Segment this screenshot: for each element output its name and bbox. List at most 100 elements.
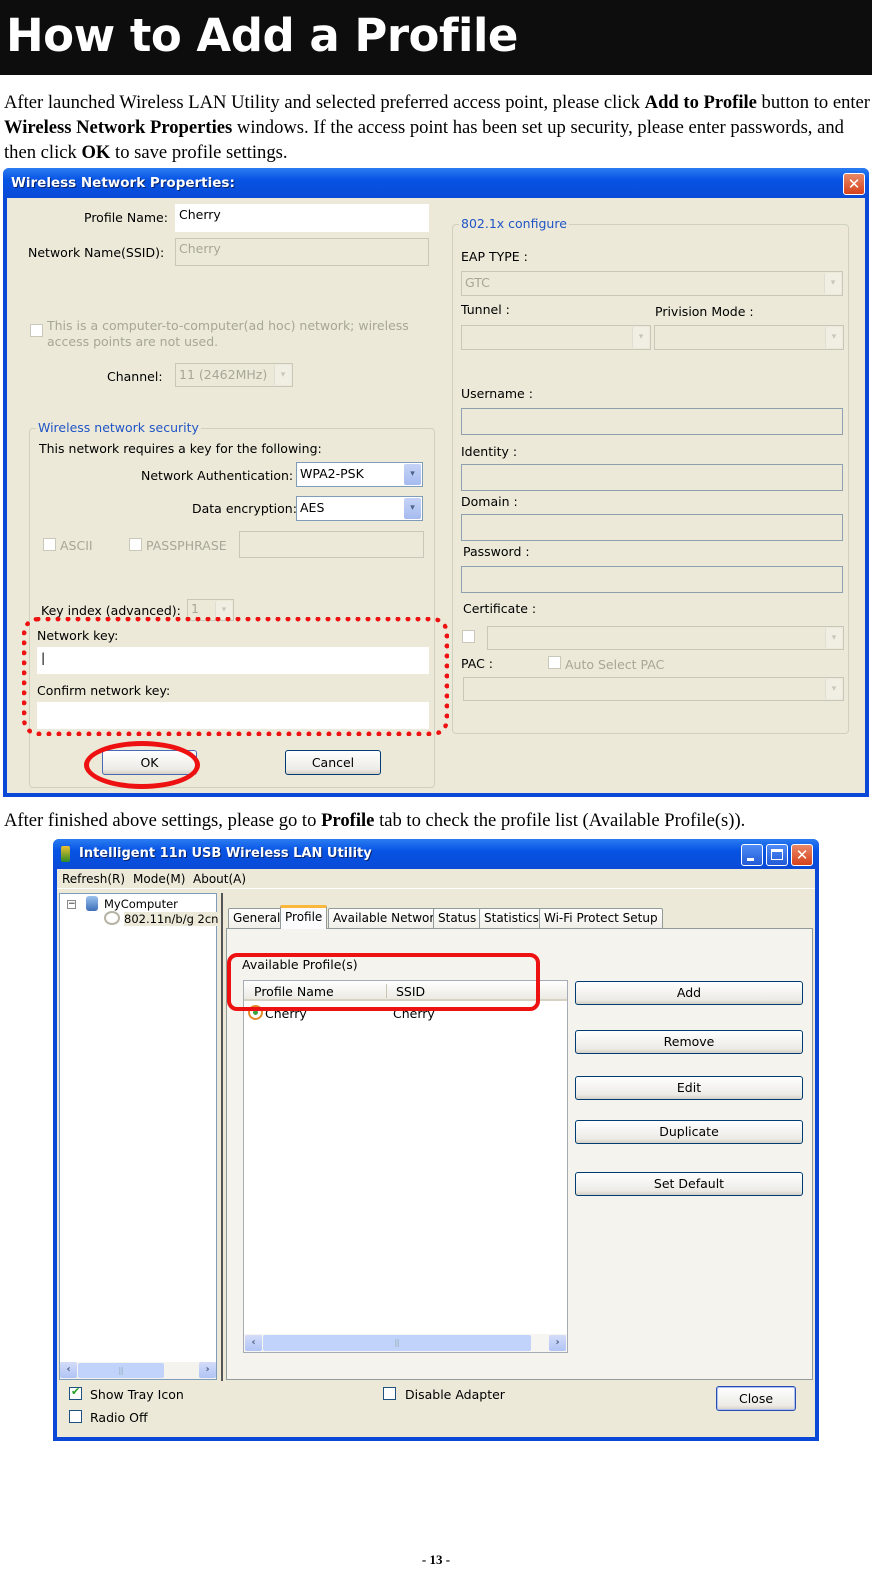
certificate-checkbox [462, 630, 475, 643]
wlan-utility-window: Intelligent 11n USB Wireless LAN Utility… [53, 839, 819, 1441]
security-group-title: Wireless network security [36, 420, 201, 435]
certificate-label: Certificate : [463, 601, 537, 616]
radio-off-label: Radio Off [90, 1410, 148, 1425]
key-index-value: 1 [191, 601, 199, 616]
window-title: Wireless Network Properties: [11, 175, 235, 191]
scroll-left-icon[interactable]: ‹ [245, 1335, 262, 1351]
tab-status[interactable]: Status [433, 908, 482, 928]
identity-label: Identity : [461, 444, 518, 459]
scroll-right-icon[interactable]: › [199, 1362, 216, 1378]
tunnel-label: Tunnel : [461, 302, 510, 317]
passphrase-label: PASSPHRASE [146, 538, 227, 553]
network-auth-label: Network Authentication: [141, 468, 294, 483]
chevron-down-icon: ▾ [825, 679, 842, 699]
scroll-thumb[interactable]: ||| [263, 1335, 531, 1351]
second-text: tab to check the profile list (Available… [374, 810, 746, 831]
menu-refresh[interactable]: Refresh(R) [62, 872, 125, 886]
ascii-checkbox [43, 538, 56, 551]
chevron-down-icon: ▾ [825, 327, 842, 348]
computer-icon [86, 896, 98, 911]
scroll-right-icon[interactable]: › [549, 1335, 566, 1351]
menu-about[interactable]: About(A) [193, 872, 246, 886]
key-index-label: Key index (advanced): [41, 603, 181, 618]
passphrase-input [239, 531, 424, 558]
adapter-icon [104, 911, 120, 925]
ok-button-highlight [84, 741, 200, 789]
duplicate-button[interactable]: Duplicate [575, 1120, 803, 1144]
cancel-button[interactable]: Cancel [285, 750, 381, 775]
tree-root[interactable]: MyComputer [104, 897, 178, 911]
close-button[interactable]: Close [716, 1386, 796, 1411]
domain-label: Domain : [461, 494, 518, 509]
tab-strip: General Profile Available Network Status… [226, 905, 813, 929]
auto-select-pac-label: Auto Select PAC [565, 657, 665, 672]
menu-mode[interactable]: Mode(M) [133, 872, 185, 886]
show-tray-label: Show Tray Icon [90, 1387, 184, 1402]
channel-label: Channel: [107, 369, 163, 384]
chevron-down-icon: ▾ [404, 498, 421, 519]
profile-list: Profile Name SSID Cherry Cherry ‹ ||| › [243, 980, 568, 1353]
auth-value: WPA2-PSK [300, 466, 364, 481]
pac-select: ▾ [463, 677, 844, 701]
identity-input [461, 464, 843, 491]
scroll-thumb[interactable]: ||| [78, 1363, 164, 1378]
list-scrollbar[interactable]: ‹ ||| › [244, 1334, 567, 1352]
tunnel-select: ▾ [461, 325, 651, 350]
passphrase-checkbox [129, 538, 142, 551]
tab-profile[interactable]: Profile [280, 905, 328, 929]
requires-key-text: This network requires a key for the foll… [39, 441, 322, 456]
heading-bar: How to Add a Profile [0, 0, 872, 75]
chevron-down-icon: ▾ [824, 273, 841, 294]
second-bold-profile: Profile [321, 810, 375, 831]
tab-available-network[interactable]: Available Network [328, 908, 447, 928]
profile-name-input[interactable]: Cherry [175, 204, 429, 232]
intro-text: After launched Wireless LAN Utility and … [4, 92, 645, 113]
utility-title-bar: Intelligent 11n USB Wireless LAN Utility [53, 839, 819, 869]
eap-type-select: GTC ▾ [461, 271, 843, 296]
intro-bold-add-to-profile: Add to Profile [644, 92, 757, 113]
second-paragraph: After finished above settings, please go… [4, 808, 870, 833]
tab-general[interactable]: General [228, 908, 286, 928]
data-encryption-select[interactable]: AES ▾ [296, 496, 423, 521]
certificate-select: ▾ [487, 626, 844, 650]
tab-wps[interactable]: Wi-Fi Protect Setup [539, 908, 663, 928]
tree-adapter[interactable]: 802.11n/b/g 2cn [124, 912, 219, 926]
set-default-button[interactable]: Set Default [575, 1172, 803, 1196]
app-icon [61, 846, 70, 862]
chevron-down-icon: ▾ [632, 327, 649, 348]
page-number: - 13 - [421, 1552, 451, 1567]
maximize-icon[interactable] [766, 844, 788, 866]
adhoc-label-line2: access points are not used. [47, 334, 219, 349]
menu-bar: Refresh(R) Mode(M) About(A) [57, 869, 815, 889]
domain-input [461, 514, 843, 541]
pac-label: PAC : [461, 656, 493, 671]
auto-select-pac-checkbox [548, 656, 561, 669]
scroll-left-icon[interactable]: ‹ [60, 1362, 77, 1378]
channel-value: 11 (2462MHz) [179, 367, 268, 382]
remove-button[interactable]: Remove [575, 1030, 803, 1054]
show-tray-checkbox[interactable] [69, 1385, 82, 1400]
channel-select: 11 (2462MHz) ▾ [175, 363, 293, 387]
radio-off-checkbox[interactable] [69, 1410, 82, 1423]
close-icon[interactable]: ✕ [843, 173, 865, 195]
encryption-value: AES [300, 500, 325, 515]
username-label: Username : [461, 386, 533, 401]
chevron-down-icon: ▾ [274, 365, 291, 385]
ascii-label: ASCII [60, 538, 93, 553]
provision-mode-label: Privision Mode : [655, 304, 754, 319]
tab-statistics[interactable]: Statistics [479, 908, 544, 928]
adhoc-label-line1: This is a computer-to-computer(ad hoc) n… [47, 318, 409, 333]
intro-text: to save profile settings. [110, 142, 288, 163]
minimize-icon[interactable] [741, 844, 763, 866]
chevron-down-icon: ▾ [404, 464, 421, 485]
disable-adapter-checkbox[interactable] [383, 1387, 396, 1400]
close-icon[interactable]: ✕ [791, 844, 813, 866]
network-key-highlight [22, 617, 449, 736]
network-auth-select[interactable]: WPA2-PSK ▾ [296, 462, 423, 487]
provision-mode-select: ▾ [654, 325, 844, 350]
chevron-down-icon: ▾ [825, 628, 842, 648]
collapse-icon[interactable]: − [67, 900, 76, 909]
edit-button[interactable]: Edit [575, 1076, 803, 1100]
add-button[interactable]: Add [575, 981, 803, 1005]
tree-scrollbar[interactable]: ‹ ||| › [60, 1362, 216, 1379]
